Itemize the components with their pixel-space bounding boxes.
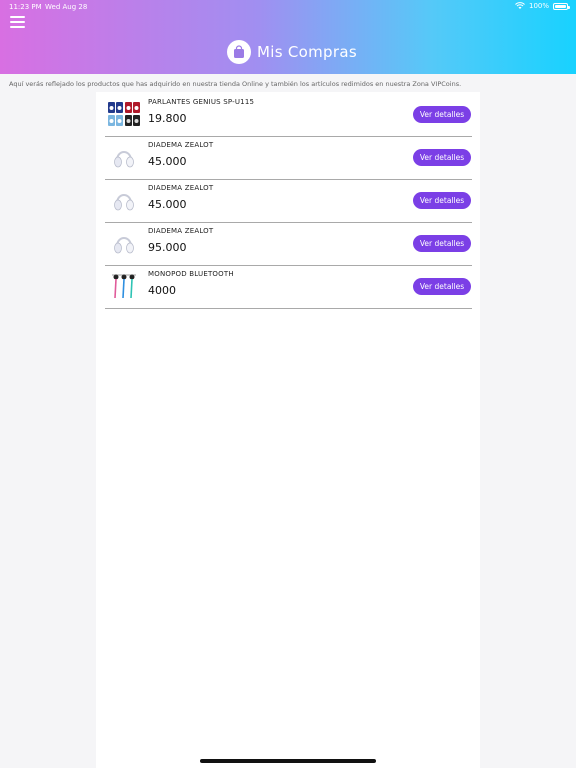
- list-item: DIADEMA ZEALOT 95.000 Ver detalles: [105, 223, 472, 266]
- product-name: DIADEMA ZEALOT: [148, 184, 214, 192]
- hamburger-menu-icon[interactable]: [10, 16, 25, 29]
- battery-icon: [553, 2, 570, 10]
- headphones-icon: [114, 151, 134, 168]
- product-price: 45.000: [148, 155, 187, 168]
- purchases-list: PARLANTES GENIUS SP-U115 19.800 Ver deta…: [105, 94, 472, 309]
- battery-percent: 100%: [528, 2, 549, 10]
- list-item: PARLANTES GENIUS SP-U115 19.800 Ver deta…: [105, 94, 472, 137]
- headphones-icon: [114, 194, 134, 211]
- list-item: MONOPOD BLUETOOTH 4000 Ver detalles: [105, 266, 472, 309]
- list-item: DIADEMA ZEALOT 45.000 Ver detalles: [105, 180, 472, 223]
- product-name: MONOPOD BLUETOOTH: [148, 270, 234, 278]
- list-item: DIADEMA ZEALOT 45.000 Ver detalles: [105, 137, 472, 180]
- headphones-icon: [114, 237, 134, 254]
- page-title: Mis Compras: [257, 43, 357, 61]
- shopping-bag-icon: [227, 40, 251, 64]
- product-price: 45.000: [148, 198, 187, 211]
- wifi-icon: [515, 2, 525, 9]
- intro-text: Aquí verás reflejado los productos que h…: [9, 80, 462, 88]
- view-details-button[interactable]: Ver detalles: [413, 278, 471, 295]
- status-date: Wed Aug 28: [45, 3, 88, 11]
- app-screen: 11:23 PM Wed Aug 28 100% Mis Compras Aqu…: [0, 0, 576, 768]
- speakers-icon: [108, 102, 140, 126]
- product-name: PARLANTES GENIUS SP-U115: [148, 98, 255, 106]
- page-title-group: Mis Compras: [227, 40, 357, 64]
- status-indicators: 100%: [515, 2, 570, 10]
- product-price: 19.800: [148, 112, 187, 125]
- product-name: DIADEMA ZEALOT: [148, 227, 214, 235]
- header: 11:23 PM Wed Aug 28 100% Mis Compras: [0, 0, 576, 74]
- view-details-button[interactable]: Ver detalles: [413, 149, 471, 166]
- view-details-button[interactable]: Ver detalles: [413, 106, 471, 123]
- status-bar: 11:23 PM Wed Aug 28 100%: [0, 0, 576, 14]
- view-details-button[interactable]: Ver detalles: [413, 235, 471, 252]
- product-price: 95.000: [148, 241, 187, 254]
- home-indicator[interactable]: [200, 759, 376, 763]
- product-price: 4000: [148, 284, 176, 297]
- monopod-icon: [112, 274, 136, 299]
- status-time: 11:23 PM: [9, 3, 42, 11]
- product-name: DIADEMA ZEALOT: [148, 141, 214, 149]
- view-details-button[interactable]: Ver detalles: [413, 192, 471, 209]
